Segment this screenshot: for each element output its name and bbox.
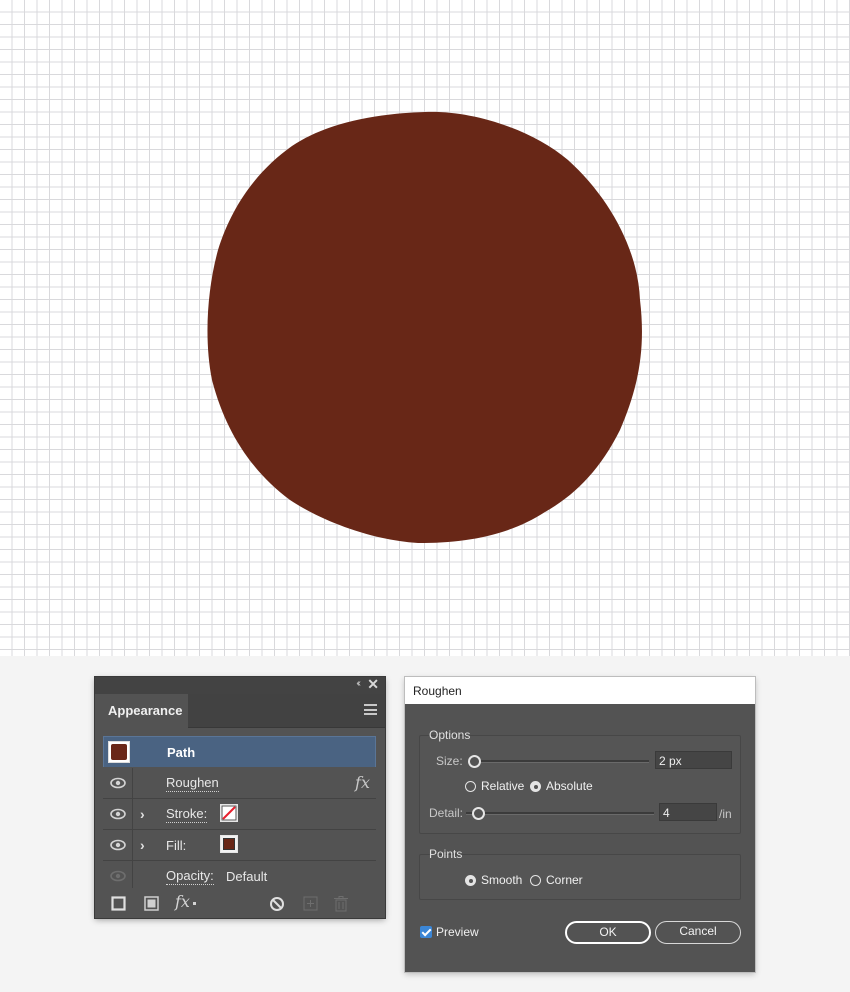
stroke-label[interactable]: Stroke:	[166, 807, 208, 823]
clear-appearance-icon[interactable]	[269, 896, 285, 912]
corner-label[interactable]: Corner	[546, 873, 583, 887]
stroke-row[interactable]: › Stroke:	[103, 799, 376, 830]
panel-footer: fx	[95, 888, 385, 918]
detail-label: Detail:	[429, 806, 464, 820]
relative-radio[interactable]	[465, 781, 476, 792]
options-group-title: Options	[429, 728, 471, 742]
fx-icon[interactable]: fx	[355, 773, 370, 792]
tab-appearance[interactable]: Appearance	[95, 694, 188, 728]
fill-label: Fill:	[166, 838, 187, 853]
add-new-stroke-icon[interactable]	[111, 896, 126, 911]
roughen-effect-link[interactable]: Roughen	[166, 776, 219, 792]
relative-label[interactable]: Relative	[481, 779, 524, 793]
fx-dropdown-marker	[193, 902, 196, 905]
visibility-toggle[interactable]	[103, 830, 133, 861]
size-slider-track[interactable]	[475, 760, 649, 763]
appearance-panel: ‹‹ ✕ Appearance Path Roughen fx › Stroke…	[95, 676, 385, 918]
points-group: Points Smooth Corner	[419, 847, 741, 900]
visibility-toggle[interactable]	[103, 768, 133, 799]
absolute-radio[interactable]	[530, 781, 541, 792]
opacity-label[interactable]: Opacity:	[166, 869, 214, 885]
size-label: Size:	[436, 754, 463, 768]
fill-color-swatch[interactable]	[220, 835, 238, 853]
trash-icon	[334, 896, 348, 912]
visibility-toggle[interactable]	[103, 799, 133, 830]
chevron-right-icon[interactable]: ›	[140, 837, 145, 853]
add-new-fill-icon[interactable]	[144, 896, 159, 911]
dialog-title: Roughen	[405, 677, 755, 704]
chevron-right-icon[interactable]: ›	[140, 806, 145, 822]
smooth-radio[interactable]	[465, 875, 476, 886]
detail-input[interactable]: 4	[659, 803, 717, 821]
add-effect-icon[interactable]: fx	[175, 892, 190, 911]
detail-unit: /in	[719, 807, 732, 821]
panel-titlebar[interactable]: ‹‹ ✕	[95, 676, 385, 694]
eye-icon	[110, 808, 126, 820]
detail-slider-track[interactable]	[466, 812, 654, 815]
fill-row[interactable]: › Fill:	[103, 830, 376, 861]
stroke-none-swatch[interactable]	[220, 804, 238, 822]
panel-menu-icon[interactable]	[364, 704, 377, 715]
eye-icon	[110, 839, 126, 851]
detail-slider-knob[interactable]	[472, 807, 485, 820]
size-slider-knob[interactable]	[468, 755, 481, 768]
panel-tab-row: Appearance	[95, 694, 385, 728]
roughen-dialog: Roughen Options Size: 2 px Relative Abso…	[405, 677, 755, 972]
absolute-label[interactable]: Absolute	[546, 779, 593, 793]
roughen-effect-row[interactable]: Roughen fx	[103, 768, 376, 799]
eye-icon	[110, 777, 126, 789]
preview-label[interactable]: Preview	[436, 925, 479, 939]
path-thumbnail	[108, 741, 130, 763]
corner-radio[interactable]	[530, 875, 541, 886]
circle-path[interactable]	[207, 111, 642, 543]
close-panel-icon[interactable]: ✕	[367, 676, 379, 693]
path-label: Path	[167, 745, 196, 760]
path-row[interactable]: Path	[103, 736, 376, 767]
ok-button[interactable]: OK	[565, 921, 651, 944]
options-group: Options Size: 2 px Relative Absolute Det…	[419, 728, 741, 834]
artboard-canvas[interactable]	[0, 0, 850, 656]
eye-icon	[110, 870, 126, 882]
points-group-title: Points	[429, 847, 463, 861]
preview-checkbox[interactable]	[420, 926, 432, 938]
collapse-panel-icon[interactable]: ‹‹	[356, 678, 360, 689]
size-input[interactable]: 2 px	[655, 751, 732, 769]
smooth-label[interactable]: Smooth	[481, 873, 522, 887]
roughened-circle-shape[interactable]	[0, 0, 850, 656]
cancel-button[interactable]: Cancel	[655, 921, 741, 944]
opacity-value: Default	[226, 869, 268, 884]
duplicate-item-icon	[303, 896, 318, 911]
